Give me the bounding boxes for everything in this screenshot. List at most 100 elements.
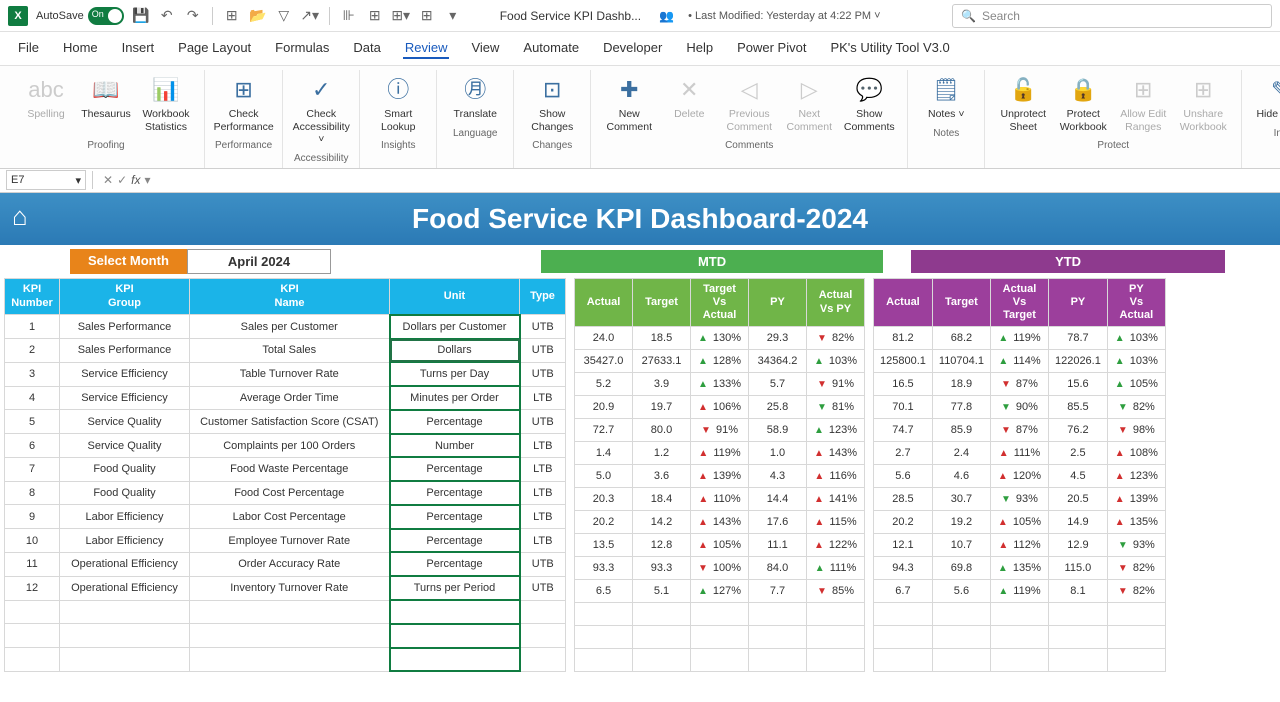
ribbon-show-comments-button[interactable]: 💬Show Comments (841, 70, 897, 137)
cancel-icon[interactable]: ✕ (103, 173, 113, 187)
menu-insert[interactable]: Insert (120, 38, 157, 59)
col-header[interactable]: TargetVs Actual (691, 278, 749, 327)
menu-pk-s-utility-tool-v-[interactable]: PK's Utility Tool V3.0 (828, 38, 951, 59)
col-header[interactable]: Target (633, 278, 691, 327)
table-row[interactable]: 72.780.0 ▼ 91% 58.9 ▲ 123% (575, 419, 865, 442)
ribbon-hide-ink--button[interactable]: ✎Hide Ink ˅ (1252, 70, 1280, 125)
table-row[interactable]: 28.530.7 ▼ 93% 20.5 ▲ 139% (874, 488, 1166, 511)
col-header[interactable]: KPIName (190, 278, 390, 315)
toggle-on-icon[interactable]: On (88, 7, 124, 25)
table-row[interactable]: 5.64.6 ▲ 120% 4.5 ▲ 123% (874, 465, 1166, 488)
table-row[interactable]: 24.018.5 ▲ 130% 29.3 ▼ 82% (575, 327, 865, 350)
col-header[interactable]: PY (1048, 278, 1107, 327)
menu-home[interactable]: Home (61, 38, 100, 59)
table-row[interactable]: 12.110.7 ▲ 112% 12.9 ▼ 93% (874, 534, 1166, 557)
table-row[interactable]: 74.785.9 ▼ 87% 76.2 ▼ 98% (874, 419, 1166, 442)
table-row[interactable]: 70.177.8 ▼ 90% 85.5 ▼ 82% (874, 396, 1166, 419)
table-row[interactable]: 16.518.9 ▼ 87% 15.6 ▲ 105% (874, 373, 1166, 396)
col-header[interactable]: KPIGroup (60, 278, 190, 315)
filter-icon[interactable]: ▽ (275, 7, 293, 25)
table-row[interactable]: 9Labor EfficiencyLabor Cost Percentage P… (5, 505, 566, 529)
undo-icon[interactable]: ↶ (158, 7, 176, 25)
group-icon[interactable]: ⊪ (340, 7, 358, 25)
ribbon-workbook-statistics-button[interactable]: 📊Workbook Statistics (138, 70, 194, 137)
ribbon-thesaurus-button[interactable]: 📖Thesaurus (78, 70, 134, 125)
ribbon-check-accessibility--button[interactable]: ✓Check Accessibility ˅ (293, 70, 349, 150)
ribbon-protect-workbook-button[interactable]: 🔒Protect Workbook (1055, 70, 1111, 137)
save-icon[interactable]: 💾 (132, 7, 150, 25)
calc-icon[interactable]: ⊞ (418, 7, 436, 25)
autosave-toggle[interactable]: AutoSave On (36, 7, 124, 25)
table-row[interactable]: 20.219.2 ▲ 105% 14.9 ▲ 135% (874, 511, 1166, 534)
table-row[interactable]: 5Service QualityCustomer Satisfaction Sc… (5, 410, 566, 434)
col-header[interactable]: ActualVs PY (807, 278, 865, 327)
col-header[interactable]: Actual (874, 278, 933, 327)
col-header[interactable]: Actual (575, 278, 633, 327)
table-row[interactable]: 6.55.1 ▲ 127% 7.7 ▼ 85% (575, 580, 865, 603)
insert-table-icon[interactable]: ⊞ (366, 7, 384, 25)
ytd-table[interactable]: ActualTargetActualVs TargetPYPYVs Actual… (873, 278, 1166, 673)
table-row[interactable]: 5.23.9 ▲ 133% 5.7 ▼ 91% (575, 373, 865, 396)
col-header[interactable]: PYVs Actual (1107, 278, 1165, 327)
table-row[interactable]: 94.369.8 ▲ 135% 115.0 ▼ 82% (874, 557, 1166, 580)
ribbon-check-performance-button[interactable]: ⊞Check Performance (216, 70, 272, 137)
table-row[interactable]: 3Service EfficiencyTable Turnover Rate T… (5, 362, 566, 386)
fx-icon[interactable]: fx (131, 173, 140, 187)
col-header[interactable]: ActualVs Target (990, 278, 1048, 327)
table-row[interactable]: 1.41.2 ▲ 119% 1.0 ▲ 143% (575, 442, 865, 465)
menu-power-pivot[interactable]: Power Pivot (735, 38, 808, 59)
ribbon-translate-button[interactable]: ㊊Translate (447, 70, 503, 125)
table-row[interactable]: 6.75.6 ▲ 119% 8.1 ▼ 82% (874, 580, 1166, 603)
search-input[interactable]: 🔍 Search (952, 4, 1272, 28)
chevron-down-icon[interactable]: ▾ (144, 173, 150, 187)
redo-icon[interactable]: ↷ (184, 7, 202, 25)
menu-data[interactable]: Data (351, 38, 382, 59)
table-row[interactable]: 125800.1110704.1 ▲ 114% 122026.1 ▲ 103% (874, 350, 1166, 373)
people-icon[interactable]: 👥 (659, 9, 674, 23)
table-row[interactable]: 8Food QualityFood Cost Percentage Percen… (5, 481, 566, 505)
col-header[interactable]: Unit (390, 278, 520, 315)
menu-page-layout[interactable]: Page Layout (176, 38, 253, 59)
table-row[interactable]: 13.512.8 ▲ 105% 11.1 ▲ 122% (575, 534, 865, 557)
borders-icon[interactable]: ⊞ (223, 7, 241, 25)
share-arrow-icon[interactable]: ↗▾ (301, 7, 319, 25)
open-icon[interactable]: 📂 (249, 7, 267, 25)
month-dropdown[interactable]: April 2024 (187, 249, 331, 274)
table-row[interactable]: 1Sales PerformanceSales per Customer Dol… (5, 315, 566, 339)
col-header[interactable]: PY (749, 278, 807, 327)
table-row[interactable]: 11Operational EfficiencyOrder Accuracy R… (5, 552, 566, 576)
kpi-info-table[interactable]: KPINumberKPIGroupKPINameUnitType 1Sales … (4, 278, 566, 673)
col-header[interactable]: KPINumber (5, 278, 60, 315)
home-icon[interactable]: ⌂ (12, 201, 28, 232)
doc-title[interactable]: Food Service KPI Dashb... (500, 9, 641, 23)
table-row[interactable]: 5.03.6 ▲ 139% 4.3 ▲ 116% (575, 465, 865, 488)
menu-automate[interactable]: Automate (521, 38, 581, 59)
ribbon-notes--button[interactable]: 🗒Notes ˅ (918, 70, 974, 125)
mtd-table[interactable]: ActualTargetTargetVs ActualPYActualVs PY… (574, 278, 865, 673)
name-box[interactable]: E7▾ (6, 170, 86, 190)
table-row[interactable]: 20.214.2 ▲ 143% 17.6 ▲ 115% (575, 511, 865, 534)
ribbon-smart-lookup-button[interactable]: ⓘSmart Lookup (370, 70, 426, 137)
menu-help[interactable]: Help (684, 38, 715, 59)
pivot-icon[interactable]: ⊞▾ (392, 7, 410, 25)
table-row[interactable]: 20.318.4 ▲ 110% 14.4 ▲ 141% (575, 488, 865, 511)
table-row[interactable]: 4Service EfficiencyAverage Order Time Mi… (5, 386, 566, 410)
col-header[interactable]: Type (520, 278, 566, 315)
ribbon-new-comment-button[interactable]: ✚New Comment (601, 70, 657, 137)
table-row[interactable]: 20.919.7 ▲ 106% 25.8 ▼ 81% (575, 396, 865, 419)
table-row[interactable]: 2.72.4 ▲ 111% 2.5 ▲ 108% (874, 442, 1166, 465)
ribbon-unprotect-sheet-button[interactable]: 🔓Unprotect Sheet (995, 70, 1051, 137)
table-row[interactable]: 6Service QualityComplaints per 100 Order… (5, 434, 566, 458)
ribbon-show-changes-button[interactable]: ⊡Show Changes (524, 70, 580, 137)
table-row[interactable]: 2Sales PerformanceTotal Sales DollarsUTB (5, 339, 566, 363)
table-row[interactable]: 35427.027633.1 ▲ 128% 34364.2 ▲ 103% (575, 350, 865, 373)
last-modified[interactable]: • Last Modified: Yesterday at 4:22 PM ˅ (688, 10, 881, 22)
table-row[interactable]: 7Food QualityFood Waste Percentage Perce… (5, 457, 566, 481)
col-header[interactable]: Target (932, 278, 990, 327)
menu-formulas[interactable]: Formulas (273, 38, 331, 59)
menu-review[interactable]: Review (403, 38, 450, 59)
enter-icon[interactable]: ✓ (117, 173, 127, 187)
table-row[interactable]: 12Operational EfficiencyInventory Turnov… (5, 576, 566, 600)
menu-view[interactable]: View (469, 38, 501, 59)
menu-file[interactable]: File (16, 38, 41, 59)
